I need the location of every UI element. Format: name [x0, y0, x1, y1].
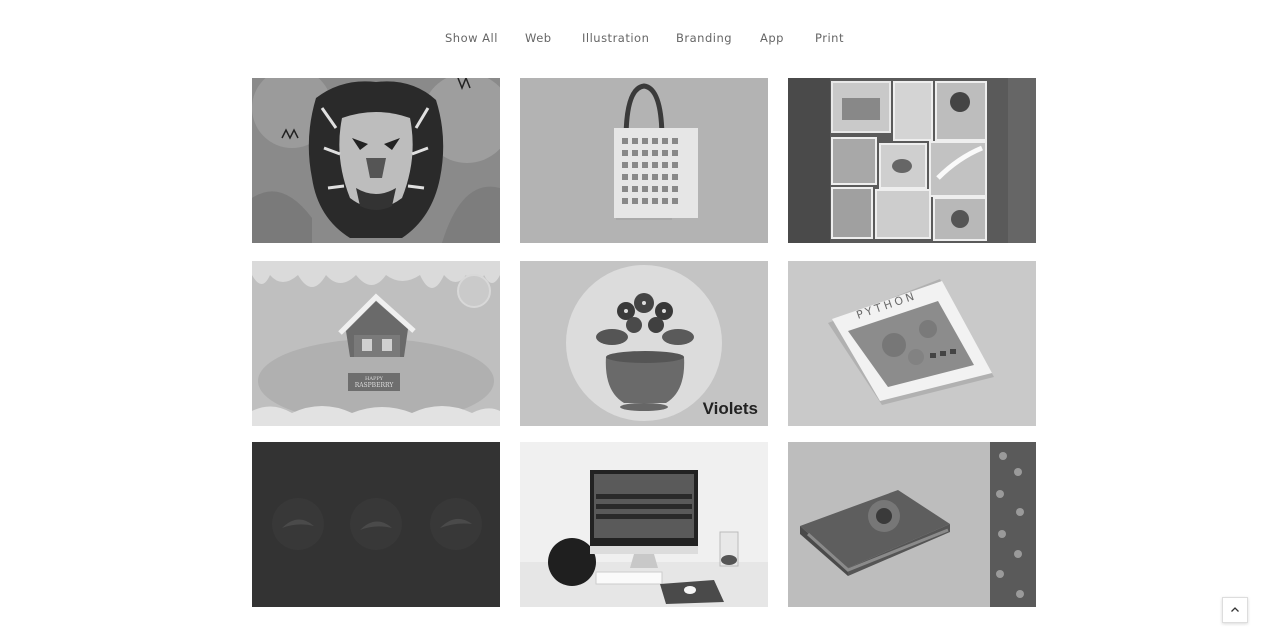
portfolio-item-violets[interactable]: Violets: [520, 261, 768, 426]
violets-illustration-image: Violets: [520, 261, 768, 426]
portfolio-filter-nav: Show All Web Illustration Branding App P…: [0, 31, 1280, 49]
postage-stamps-image: [788, 78, 1036, 243]
imac-website-mockup-image: [520, 442, 768, 607]
portfolio-item-gingerbread-house[interactable]: HAPPY RASPBERRY: [252, 261, 500, 426]
python-booklet-image: PYTHON: [788, 261, 1036, 426]
shopping-bag-mockup-image: [520, 78, 768, 243]
filter-print[interactable]: Print: [815, 31, 844, 45]
violets-caption: Violets: [703, 399, 758, 418]
filter-app[interactable]: App: [760, 31, 784, 45]
portfolio-item-floral-box[interactable]: [788, 442, 1036, 607]
filter-show-all[interactable]: Show All: [445, 31, 498, 45]
scroll-to-top-button[interactable]: [1222, 597, 1248, 623]
floral-box-packaging-image: [788, 442, 1036, 607]
filter-branding[interactable]: Branding: [676, 31, 732, 45]
portfolio-item-imac-mockup[interactable]: [520, 442, 768, 607]
portfolio-item-lion[interactable]: [252, 78, 500, 243]
gingerbread-sign-line2: RASPBERRY: [355, 382, 395, 389]
portfolio-item-dark-web[interactable]: [252, 442, 500, 607]
filter-web[interactable]: Web: [525, 31, 552, 45]
portfolio-item-python-booklet[interactable]: PYTHON: [788, 261, 1036, 426]
portfolio-item-shopping-bag[interactable]: [520, 78, 768, 243]
gingerbread-house-image: HAPPY RASPBERRY: [252, 261, 500, 426]
chevron-up-icon: [1231, 607, 1239, 612]
lion-illustration-image: [252, 78, 500, 243]
portfolio-grid: HAPPY RASPBERRY Violets PYTHON: [252, 78, 1036, 608]
filter-illustration[interactable]: Illustration: [582, 31, 649, 45]
dark-web-birds-image: [252, 442, 500, 607]
portfolio-item-stamps[interactable]: [788, 78, 1036, 243]
